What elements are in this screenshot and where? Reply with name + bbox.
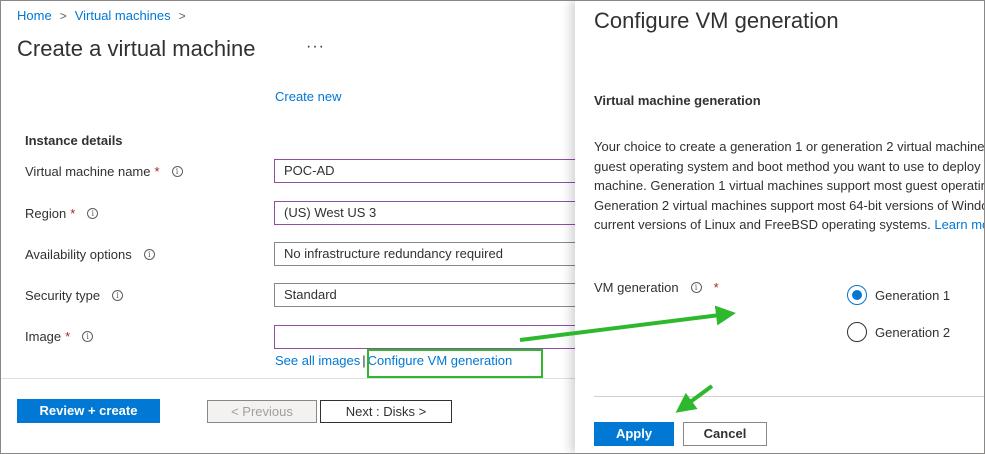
description-text: current versions of Linux and FreeBSD op… bbox=[594, 217, 931, 232]
radio-generation-2[interactable]: Generation 2 bbox=[847, 322, 950, 342]
footer-divider bbox=[0, 378, 575, 379]
previous-button: < Previous bbox=[207, 400, 317, 423]
page-title: Create a virtual machine bbox=[17, 36, 256, 61]
region-select[interactable]: (US) West US 3 bbox=[274, 201, 579, 225]
info-icon[interactable]: i bbox=[690, 282, 702, 293]
required-marker: * bbox=[154, 164, 160, 179]
instance-details-heading: Instance details bbox=[25, 133, 123, 148]
radio-generation-1[interactable]: Generation 1 bbox=[847, 285, 950, 305]
breadcrumb-home[interactable]: Home bbox=[17, 8, 52, 23]
panel-description: Your choice to create a generation 1 or … bbox=[594, 137, 985, 235]
availability-label: Availability options i bbox=[25, 247, 155, 262]
breadcrumb: Home > Virtual machines > bbox=[17, 8, 186, 23]
security-type-select[interactable]: Standard bbox=[274, 283, 579, 307]
description-line-last: current versions of Linux and FreeBSD op… bbox=[594, 215, 985, 235]
info-icon[interactable]: i bbox=[87, 208, 99, 219]
chevron-right-icon: > bbox=[59, 8, 67, 23]
radio-label: Generation 1 bbox=[875, 287, 951, 303]
image-select[interactable] bbox=[274, 325, 579, 349]
region-label-text: Region bbox=[25, 206, 67, 221]
breadcrumb-virtual-machines[interactable]: Virtual machines bbox=[75, 8, 171, 23]
apply-button[interactable]: Apply bbox=[594, 422, 674, 446]
vm-name-label-text: Virtual machine name bbox=[25, 164, 151, 179]
radio-label: Generation 2 bbox=[875, 324, 951, 340]
info-icon[interactable]: i bbox=[82, 331, 94, 342]
info-icon[interactable]: i bbox=[112, 290, 124, 301]
chevron-right-icon: > bbox=[178, 8, 186, 23]
panel-footer-divider bbox=[594, 396, 985, 397]
required-marker: * bbox=[70, 206, 76, 221]
more-icon[interactable]: ··· bbox=[306, 38, 325, 56]
link-separator: | bbox=[362, 353, 366, 368]
panel-section-heading: Virtual machine generation bbox=[594, 93, 761, 108]
security-type-label: Security type i bbox=[25, 288, 124, 303]
region-label: Region * i bbox=[25, 206, 99, 221]
security-type-label-text: Security type bbox=[25, 288, 101, 303]
see-all-images-link[interactable]: See all images bbox=[275, 353, 360, 368]
required-marker: * bbox=[65, 329, 71, 344]
vm-generation-label-text: VM generation bbox=[594, 280, 679, 295]
availability-label-text: Availability options bbox=[25, 247, 132, 262]
info-icon[interactable]: i bbox=[143, 249, 155, 260]
radio-unselected-icon[interactable] bbox=[847, 322, 867, 342]
image-links: See all images | Configure VM generation bbox=[275, 353, 512, 368]
description-line: Your choice to create a generation 1 or … bbox=[594, 139, 985, 154]
required-marker: * bbox=[713, 280, 719, 295]
vm-name-input[interactable]: POC-AD bbox=[274, 159, 579, 183]
review-create-button[interactable]: Review + create bbox=[17, 399, 160, 423]
vm-generation-label: VM generation i * bbox=[594, 280, 719, 295]
cancel-button[interactable]: Cancel bbox=[683, 422, 767, 446]
panel-title: Configure VM generation bbox=[594, 8, 839, 33]
availability-select[interactable]: No infrastructure redundancy required bbox=[274, 242, 579, 266]
radio-selected-icon[interactable] bbox=[847, 285, 867, 305]
configure-vm-generation-link[interactable]: Configure VM generation bbox=[368, 353, 513, 368]
create-new-link[interactable]: Create new bbox=[275, 89, 341, 104]
learn-more-link[interactable]: Learn more bbox=[934, 217, 985, 232]
next-disks-button[interactable]: Next : Disks > bbox=[320, 400, 452, 423]
description-line: guest operating system and boot method y… bbox=[594, 158, 981, 174]
image-label: Image * i bbox=[25, 329, 94, 344]
info-icon[interactable]: i bbox=[171, 166, 183, 177]
vm-name-label: Virtual machine name * i bbox=[25, 164, 183, 179]
image-label-text: Image bbox=[25, 329, 62, 344]
configure-vm-generation-panel: Configure VM generation Virtual machine … bbox=[575, 0, 985, 454]
description-line: Generation 2 virtual machines support mo… bbox=[594, 197, 985, 213]
description-line: machine. Generation 1 virtual machines s… bbox=[594, 178, 985, 193]
